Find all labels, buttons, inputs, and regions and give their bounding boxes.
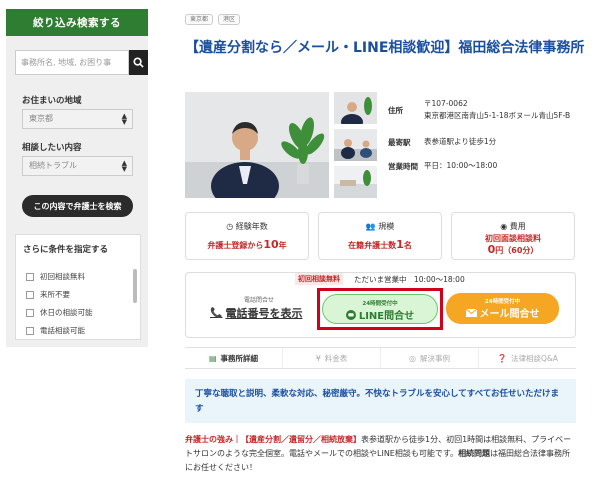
mail-inquiry-button[interactable]: 24時間受付中 メール問合せ [446, 293, 559, 324]
document-icon: ▤ [208, 353, 217, 363]
condition-label: 休日の相談可能 [40, 308, 93, 317]
area-tag[interactable]: 東京都 [185, 14, 214, 25]
search-lawyer-button[interactable]: この内容で弁護士を検索 [22, 195, 133, 217]
conditions-title: さらに条件を指定する [23, 245, 109, 255]
photo-thumbnail[interactable] [334, 92, 377, 124]
description-bold: 相続問題 [458, 449, 491, 458]
hours-value: 平日：10:00〜18:00 [424, 161, 498, 170]
tab-office-details[interactable]: ▤ 事務所詳細 [185, 348, 283, 368]
filter-header: 絞り込み検索する [6, 9, 148, 36]
strength-lead: 弁護士の強み｜ [185, 435, 241, 444]
question-icon: ❓ [497, 353, 508, 363]
checkbox[interactable] [26, 290, 34, 299]
fee-stat-box: ◉ 費用 初回面談相談料 0円（60分） [451, 212, 575, 260]
experience-stat-title: ◷ 経験年数 [226, 222, 268, 231]
size-stat-value: 在籍弁護士数1名 [348, 238, 412, 251]
photo-thumbnail[interactable] [334, 129, 377, 161]
address-label: 住所 [388, 106, 403, 115]
open-status-text: ただいま営業中 10:00〜18:00 [354, 275, 465, 284]
office-room-thumbnail-image [334, 166, 377, 198]
consult-label: 相談したい内容 [22, 143, 82, 153]
office-title: 【遺産分割なら／メール・LINE相談歓迎】福田総合法律事務所 [185, 40, 585, 56]
tab-fees[interactable]: ¥ 料金表 [283, 348, 381, 368]
office-tabs: ▤ 事務所詳細 ¥ 料金表 ◎ 解決事例 ❓ 法律相談Q&A [185, 347, 576, 369]
condition-label: 電話相談可能 [40, 326, 85, 335]
checkbox[interactable] [26, 326, 34, 335]
conditions-box: さらに条件を指定する 初回相談無料 来所不要 休日の相談可能 電話相談可能 [15, 234, 141, 340]
consultation-thumbnail-image [334, 129, 377, 161]
tab-cases[interactable]: ◎ 解決事例 [381, 348, 479, 368]
area-select[interactable]: 東京都 ▲ ▼ [22, 109, 133, 129]
lawyer-portrait-image [185, 92, 329, 198]
search-icon [133, 57, 144, 68]
size-stat-title: 👥 規模 [365, 222, 395, 231]
size-stat-box: 👥 規模 在籍弁護士数1名 [318, 212, 442, 260]
mail-main-label: メール問合せ [446, 305, 559, 320]
filter-sidebar: 絞り込み検索する 事務所名, 地域, お困り事 お住まいの地域 東京都 ▲ ▼ 相… [6, 9, 148, 347]
search-input[interactable]: 事務所名, 地域, お困り事 [15, 50, 129, 75]
lawyer-thumbnail-image [334, 92, 377, 124]
station-label: 最寄駅 [388, 138, 411, 147]
fee-stat-title: ◉ 費用 [500, 222, 526, 231]
show-phone-label: 電話番号を表示 [225, 307, 303, 320]
show-phone-link[interactable]: 📞 電話番号を表示 [210, 305, 302, 321]
tab-label: 解決事例 [419, 353, 450, 363]
office-main-photo[interactable] [185, 92, 329, 198]
experience-stat-box: ◷ 経験年数 弁護士登録から10年 [185, 212, 309, 260]
search-button[interactable] [129, 50, 148, 75]
area-tag[interactable]: 港区 [218, 14, 241, 25]
photo-thumbnail[interactable] [334, 166, 377, 198]
lightbulb-icon: ◎ [409, 353, 416, 363]
consult-select[interactable]: 相続トラブル ▲ ▼ [22, 156, 133, 176]
address-value: 東京都港区南青山5-1-18ボヌール青山5F-B [424, 111, 571, 120]
people-icon: 👥 [365, 222, 379, 231]
highlight-text: 丁寧な聴取と説明、柔軟な対応、秘密厳守。不快なトラブルを安心してすべてお任せいた… [195, 389, 560, 414]
clock-icon: ◷ [226, 222, 236, 231]
tab-label: 事務所詳細 [220, 353, 259, 363]
condition-label: 来所不要 [40, 290, 70, 299]
hours-label: 営業時間 [388, 162, 418, 171]
tab-label: 料金表 [324, 353, 348, 363]
strength-tags: 【遺産分割／遺留分／相続放棄】 [241, 435, 361, 444]
tab-label: 法律相談Q&A [511, 353, 558, 363]
highlight-box: 丁寧な聴取と説明、柔軟な対応、秘密厳守。不快なトラブルを安心してすべてお任せいた… [185, 379, 576, 423]
condition-item[interactable]: 休日の相談可能 [26, 307, 93, 318]
select-arrows-icon: ▲ ▼ [121, 112, 127, 126]
free-consult-badge: 初回相談無料 [295, 273, 343, 285]
area-label: お住まいの地域 [22, 96, 82, 106]
checkbox[interactable] [26, 308, 34, 317]
office-description: 弁護士の強み｜【遺産分割／遺留分／相続放棄】表参道駅から徒歩1分、初回1時間は相… [185, 433, 577, 475]
condition-label: 初回相談無料 [40, 272, 85, 281]
experience-stat-value: 弁護士登録から10年 [207, 238, 287, 251]
phone-icon: 📞 [210, 307, 223, 319]
condition-item[interactable]: 初回相談無料 [26, 271, 85, 282]
fee-stat-value: 初回面談相談料 0円（60分） [485, 234, 541, 256]
mail-sub-label: 24時間受付中 [484, 299, 521, 305]
search-row: 事務所名, 地域, お困り事 [15, 50, 148, 75]
yen-icon: ¥ [315, 353, 321, 363]
highlight-frame [317, 288, 443, 330]
postal-code: 〒107-0062 [424, 99, 468, 108]
select-arrows-icon: ▲ ▼ [121, 159, 127, 173]
condition-item[interactable]: 来所不要 [26, 289, 70, 300]
station-value: 表参道駅より徒歩1分 [424, 137, 497, 146]
envelope-icon [465, 308, 477, 317]
phone-sub-label: 電話問合せ [244, 297, 275, 304]
conditions-scrollbar[interactable] [133, 269, 137, 303]
area-select-value: 東京都 [29, 114, 53, 123]
checkbox[interactable] [26, 272, 34, 281]
consult-select-value: 相続トラブル [29, 161, 77, 170]
tab-qa[interactable]: ❓ 法律相談Q&A [479, 348, 576, 368]
coin-icon: ◉ [500, 222, 510, 231]
condition-item[interactable]: 電話相談可能 [26, 325, 85, 336]
